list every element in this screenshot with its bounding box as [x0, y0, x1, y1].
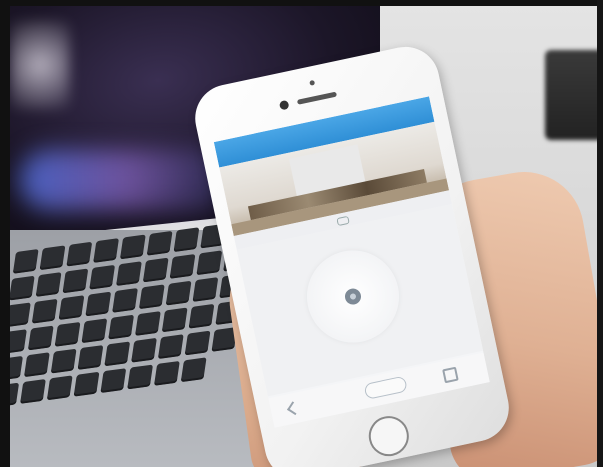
frame-edge-left: [0, 0, 10, 467]
frame-edge-right: [597, 0, 603, 467]
earpiece-speaker: [296, 91, 338, 105]
square-icon[interactable]: [442, 366, 459, 384]
home-button[interactable]: [365, 412, 413, 460]
photo-scene: [0, 0, 603, 467]
sensor-dot: [309, 79, 316, 86]
laptop-screen-glow: [20, 150, 230, 210]
screen-reflection: [10, 20, 70, 110]
front-camera: [278, 99, 290, 111]
background-object: [545, 50, 603, 140]
frame-edge-top: [0, 0, 603, 6]
phone-screen: [213, 96, 490, 428]
